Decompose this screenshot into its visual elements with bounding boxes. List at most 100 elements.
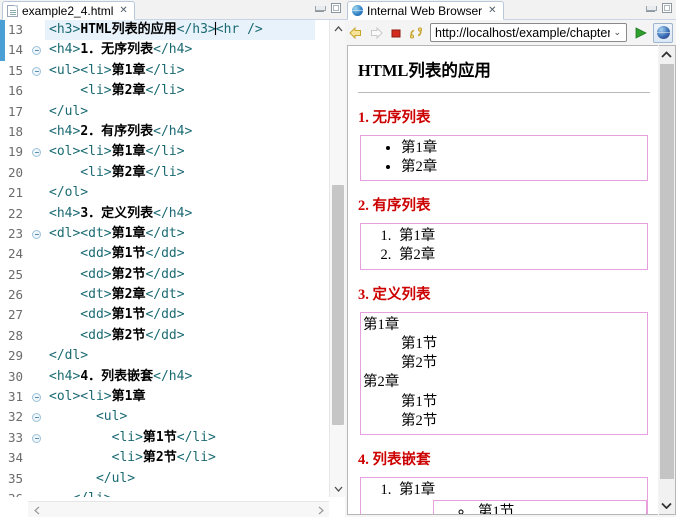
code-line[interactable]: <dd>第2节</dd> (45, 326, 315, 346)
editor-vertical-scrollbar[interactable] (329, 20, 345, 497)
line-number: 27 (8, 307, 24, 323)
definition-list: 第1章 第1节 第2节 第2章 第1节 第2节 (361, 316, 647, 432)
code-line[interactable]: <dl><dt>第1章</dt> (45, 224, 315, 244)
editor-tab-example2_4[interactable]: example2_4.html ✕ (2, 1, 135, 20)
url-input[interactable]: http://localhost/example/chapter0 (435, 26, 610, 40)
maximize-icon[interactable] (331, 3, 341, 13)
go-arrow-icon[interactable] (633, 25, 649, 41)
rendered-page-viewport: HTML列表的应用 1. 无序列表 第1章 第2章 2. 有序列表 第1章 第2… (347, 45, 658, 515)
editor-panel: example2_4.html ✕ 13 14 15 16 17 18 19 20 21 22 23… (0, 0, 345, 517)
browser-vertical-scrollbar[interactable] (659, 45, 676, 515)
editor-tabbar: example2_4.html ✕ (0, 0, 345, 20)
fold-collapse-icon[interactable] (32, 393, 41, 403)
line-number: 20 (8, 164, 24, 180)
chevron-down-icon[interactable]: ⌄ (610, 27, 624, 38)
browser-tab-internal-web-browser[interactable]: Internal Web Browser ✕ (347, 1, 504, 20)
list-item-label: 第1章 (399, 482, 436, 499)
application-window: example2_4.html ✕ 13 14 15 16 17 18 19 20 21 22 23… (0, 0, 676, 517)
line-number: 14 (5, 40, 45, 60)
line-number: 18 (8, 123, 24, 139)
line-number: 15 (5, 61, 45, 81)
scroll-down-icon[interactable] (330, 480, 346, 497)
code-line[interactable]: <dd>第1节</dd> (45, 305, 315, 325)
line-number: 21 (8, 185, 24, 201)
browser-toolbar: http://localhost/example/chapter0 ⌄ (345, 20, 676, 45)
unordered-list: 第1章 第2章 (361, 139, 647, 177)
browser-scroll-thumb[interactable] (660, 64, 674, 479)
minimize-icon[interactable] (646, 5, 657, 12)
code-line[interactable]: <ol><li>第1章 (45, 387, 315, 407)
code-editor-area[interactable]: 13 14 15 16 17 18 19 20 21 22 23 24 25 26 27 28 29 30 31 32… (0, 20, 345, 517)
browser-window-controls (646, 3, 672, 13)
line-number: 24 (8, 246, 24, 262)
ordered-list-box: 第1章 第2章 (360, 223, 648, 270)
refresh-icon[interactable] (408, 25, 424, 41)
scroll-down-icon[interactable] (659, 497, 674, 514)
stop-icon[interactable] (388, 25, 404, 41)
list-item: 第1章 (395, 227, 647, 246)
code-line[interactable]: </ul> (45, 469, 315, 489)
forward-arrow-icon[interactable] (368, 25, 384, 41)
fold-collapse-icon[interactable] (32, 46, 41, 56)
line-number: 33 (5, 428, 45, 448)
scroll-left-icon[interactable] (28, 502, 45, 517)
nested-inner-list-box: 第1节 第2节 (433, 500, 647, 514)
nested-outer-list: 第1章 第1节 第2节 第2章 (361, 481, 647, 514)
code-line[interactable]: <li>第1节</li> (45, 428, 315, 448)
fold-collapse-icon[interactable] (32, 433, 41, 443)
code-line[interactable]: <h4>2．有序列表</h4> (45, 122, 315, 142)
code-line[interactable]: </dl> (45, 346, 315, 366)
url-combobox[interactable]: http://localhost/example/chapter0 ⌄ (430, 23, 627, 42)
line-number: 36 (5, 489, 45, 497)
code-line[interactable]: <dt>第2章</dt> (45, 285, 315, 305)
scroll-up-icon[interactable] (659, 46, 674, 63)
line-number: 13 (8, 22, 24, 37)
open-external-browser-button[interactable] (653, 22, 673, 43)
page-title: HTML列表的应用 (358, 61, 491, 80)
code-line[interactable]: </li> (45, 489, 315, 497)
globe-icon (352, 5, 363, 16)
line-number-gutter: 13 14 15 16 17 18 19 20 21 22 23 24 25 26 27 28 29 30 31 32… (5, 20, 45, 497)
internal-web-browser-panel: Internal Web Browser ✕ http://localhost/… (345, 0, 676, 517)
scroll-up-icon[interactable] (330, 20, 346, 37)
close-icon[interactable]: ✕ (488, 5, 496, 16)
fold-collapse-icon[interactable] (32, 66, 41, 76)
close-icon[interactable]: ✕ (119, 5, 127, 16)
code-line[interactable]: <h4>3．定义列表</h4> (45, 204, 315, 224)
browser-tabbar: Internal Web Browser ✕ (345, 0, 676, 20)
editor-scroll-thumb[interactable] (332, 185, 344, 425)
code-line[interactable]: </ol> (45, 183, 315, 203)
code-line[interactable]: <dd>第2节</dd> (45, 265, 315, 285)
code-line[interactable]: <dd>第1节</dd> (45, 244, 315, 264)
browser-tab-label: Internal Web Browser (367, 3, 483, 18)
code-line[interactable]: <ul> (45, 407, 315, 427)
line-number: 34 (8, 450, 24, 466)
scroll-right-icon[interactable] (312, 502, 329, 517)
editor-window-controls (315, 3, 341, 13)
fold-collapse-icon[interactable] (32, 229, 41, 239)
code-line[interactable]: <h4>1．无序列表</h4> (45, 40, 315, 60)
code-line[interactable]: <h3>HTML列表的应用</h3><hr /> (45, 20, 315, 41)
fold-collapse-icon[interactable] (32, 413, 41, 423)
editor-horizontal-scrollbar[interactable] (28, 501, 329, 517)
code-line[interactable]: <h4>4．列表嵌套</h4> (45, 367, 315, 387)
code-line[interactable]: </ul> (45, 102, 315, 122)
unordered-list-box: 第1章 第2章 (360, 135, 648, 182)
line-number: 16 (8, 83, 24, 99)
list-item: 第1章 (401, 139, 647, 158)
code-line[interactable]: <ol><li>第1章</li> (45, 142, 315, 162)
html-file-icon (7, 4, 18, 17)
code-line[interactable]: <ul><li>第1章</li> (45, 61, 315, 81)
ordered-list: 第1章 第2章 (361, 227, 647, 265)
fold-collapse-icon[interactable] (32, 148, 41, 158)
line-number: 17 (8, 103, 24, 119)
definition-description: 第2节 (401, 355, 438, 372)
code-line[interactable]: <li>第2章</li> (45, 163, 315, 183)
code-text-area[interactable]: <h3>HTML列表的应用</h3><hr /> <h4>1．无序列表</h4> <… (45, 20, 315, 497)
section-heading-nested: 4. 列表嵌套 (358, 452, 431, 469)
back-arrow-icon[interactable] (348, 25, 364, 41)
code-line[interactable]: <li>第2章</li> (45, 81, 315, 101)
minimize-icon[interactable] (315, 5, 326, 12)
code-line[interactable]: <li>第2节</li> (45, 448, 315, 468)
maximize-icon[interactable] (662, 3, 672, 13)
